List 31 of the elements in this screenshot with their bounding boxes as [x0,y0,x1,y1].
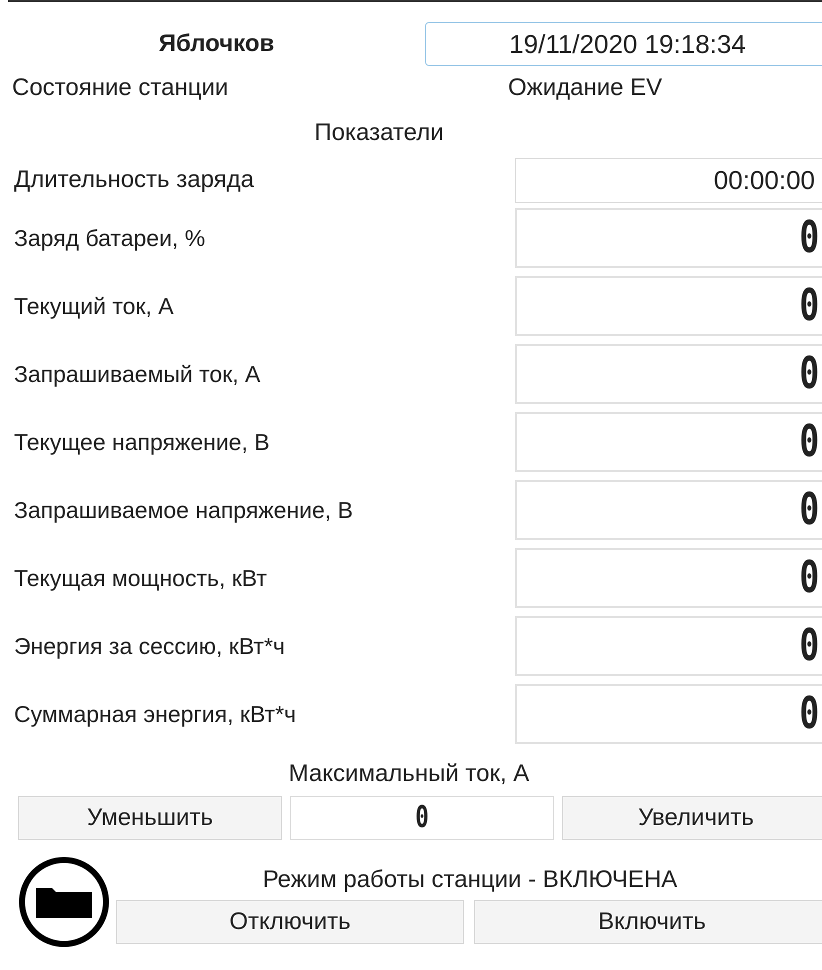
metric-label: Текущий ток, А [13,292,175,321]
metric-label: Запрашиваемый ток, А [13,360,262,389]
disable-button[interactable]: Отключить [116,900,464,944]
metric-label: Суммарная энергия, кВт*ч [13,700,297,729]
value-field: 00:00:00 [515,158,822,202]
value-display: 0 [798,692,819,736]
metric-label: Запрашиваемое напряжение, В [13,496,354,525]
metric-label: Текущее напряжение, В [13,428,271,457]
station-state-value: Ожидание EV [508,73,662,103]
metric-label: Длительность заряда [13,165,255,195]
value-display: 0 [798,420,819,464]
value-display: 0 [415,803,429,833]
max-current-label: Максимальный ток, А [288,759,530,789]
decrease-button[interactable]: Уменьшить [18,796,282,840]
value-display: 0 [798,556,819,600]
station-state-label: Состояние станции [11,73,230,103]
value-display: 0 [798,488,819,532]
folder-icon [18,856,110,948]
metric-label: Текущая мощность, кВт [13,564,268,593]
datetime-field: 19/11/2020 19:18:34 [425,22,822,66]
value-display: 0 [798,352,819,396]
mode-status: Режим работы станции - ВКЛЮЧЕНА [262,865,678,895]
value-display: 0 [798,284,819,328]
value-display: 0 [798,624,819,668]
metric-label: Энергия за сессию, кВт*ч [13,632,286,661]
user-name: Яблочков [158,29,276,59]
section-title: Показатели [314,118,444,148]
value-display: 0 [798,216,819,260]
increase-button[interactable]: Увеличить [562,796,822,840]
enable-button[interactable]: Включить [474,900,822,944]
metric-label: Заряд батареи, % [13,224,206,253]
